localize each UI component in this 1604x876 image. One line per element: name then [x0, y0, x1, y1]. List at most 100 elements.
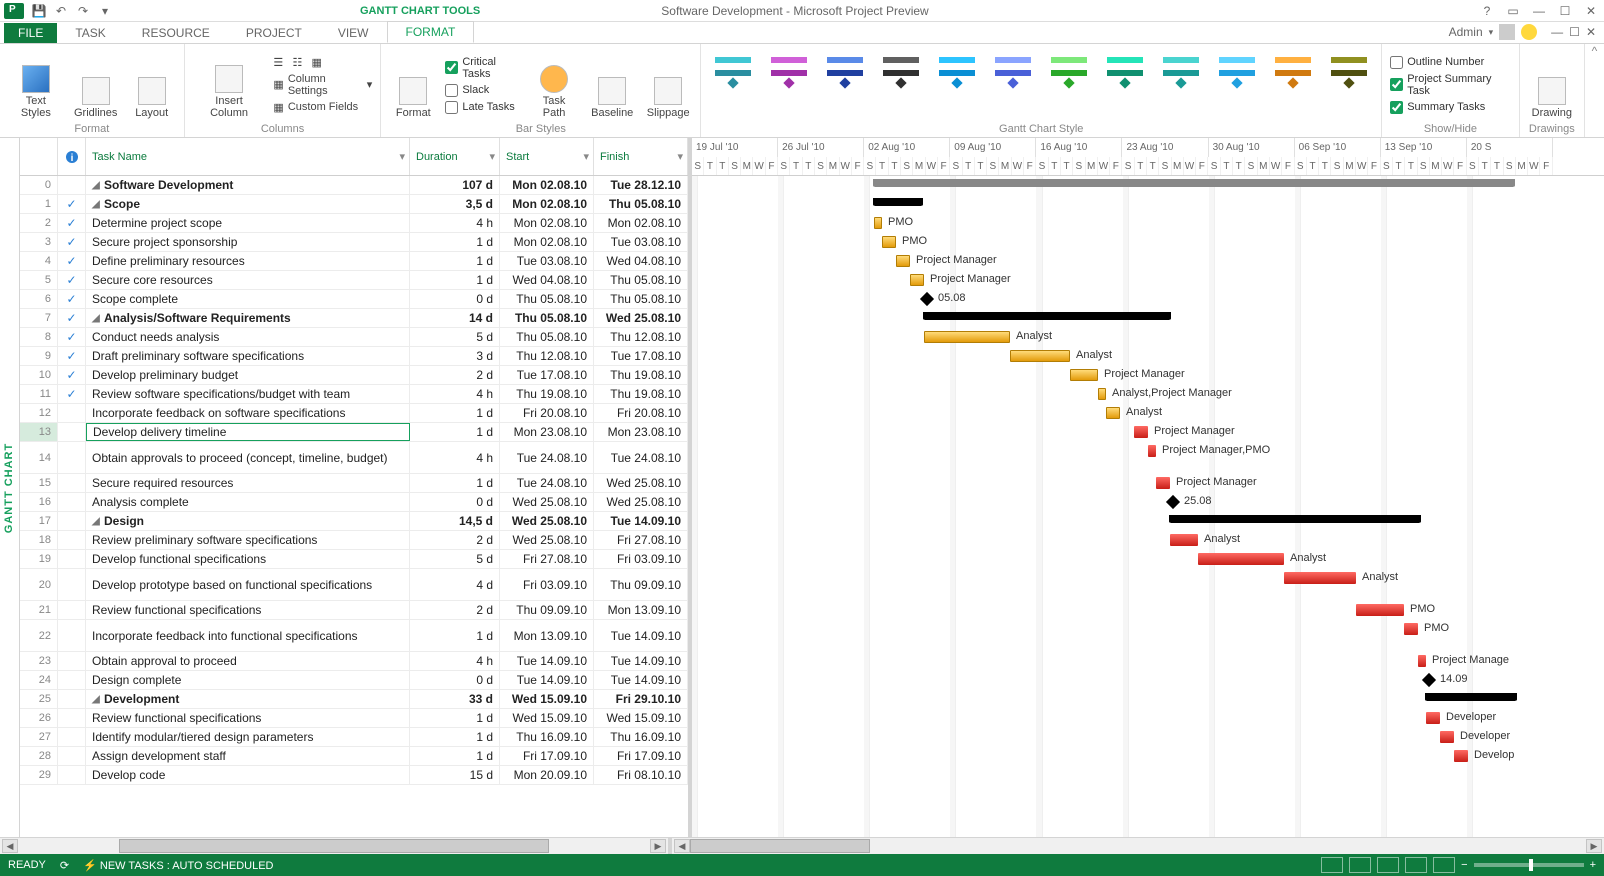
task-duration-cell[interactable]: 1 d [410, 474, 500, 492]
row-header[interactable]: 3 [20, 233, 58, 251]
task-name-cell[interactable]: ◢Analysis/Software Requirements [86, 309, 410, 327]
task-info-cell[interactable] [58, 728, 86, 746]
task-finish-cell[interactable]: Thu 19.08.10 [594, 366, 688, 384]
task-info-cell[interactable]: ✓ [58, 233, 86, 251]
task-start-cell[interactable]: Thu 12.08.10 [500, 347, 594, 365]
task-info-cell[interactable] [58, 620, 86, 651]
task-duration-cell[interactable]: 2 d [410, 601, 500, 619]
task-duration-cell[interactable]: 4 h [410, 385, 500, 403]
task-duration-cell[interactable]: 5 d [410, 328, 500, 346]
chart-scroll-left[interactable]: ◀ [674, 839, 690, 853]
task-row[interactable]: 3 ✓ Secure project sponsorship 1 d Mon 0… [20, 233, 688, 252]
task-duration-cell[interactable]: 3 d [410, 347, 500, 365]
task-finish-cell[interactable]: Thu 12.08.10 [594, 328, 688, 346]
task-row[interactable]: 9 ✓ Draft preliminary software specifica… [20, 347, 688, 366]
style-swatch-0[interactable] [709, 52, 757, 92]
text-styles-button[interactable]: Text Styles [8, 48, 64, 121]
row-header[interactable]: 6 [20, 290, 58, 308]
task-duration-cell[interactable]: 1 d [410, 747, 500, 765]
task-duration-cell[interactable]: 1 d [410, 404, 500, 422]
task-row[interactable]: 15 Secure required resources 1 d Tue 24.… [20, 474, 688, 493]
task-duration-cell[interactable]: 4 h [410, 442, 500, 473]
close-button[interactable]: ✕ [1578, 4, 1604, 18]
task-finish-cell[interactable]: Tue 14.09.10 [594, 652, 688, 670]
task-finish-cell[interactable]: Tue 14.09.10 [594, 512, 688, 530]
task-finish-cell[interactable]: Tue 14.09.10 [594, 620, 688, 651]
task-name-cell[interactable]: ◢Software Development [86, 176, 410, 194]
task-info-cell[interactable]: ✓ [58, 385, 86, 403]
style-swatch-6[interactable] [1045, 52, 1093, 92]
late-tasks-checkbox[interactable]: Late Tasks [445, 100, 520, 115]
task-name-cell[interactable]: Assign development staff [86, 747, 410, 765]
task-info-cell[interactable] [58, 512, 86, 530]
gantt-bar[interactable] [1426, 712, 1440, 724]
ribbon-options[interactable]: ▭ [1500, 4, 1526, 18]
task-info-cell[interactable] [58, 176, 86, 194]
row-header[interactable]: 21 [20, 601, 58, 619]
grid-scroll-right[interactable]: ▶ [650, 839, 666, 853]
task-name-cell[interactable]: Identify modular/tiered design parameter… [86, 728, 410, 746]
task-duration-cell[interactable]: 4 h [410, 214, 500, 232]
feedback-smile-icon[interactable] [1521, 24, 1537, 40]
milestone-marker[interactable] [920, 292, 934, 306]
style-swatch-9[interactable] [1213, 52, 1261, 92]
status-sync-icon[interactable]: ⟳ [60, 859, 69, 872]
row-header[interactable]: 1 [20, 195, 58, 213]
task-name-cell[interactable]: Secure project sponsorship [86, 233, 410, 251]
view-shortcut-5[interactable] [1433, 857, 1455, 873]
task-finish-cell[interactable]: Fri 20.08.10 [594, 404, 688, 422]
gantt-bar[interactable] [924, 312, 1170, 320]
grid-scroll-left[interactable]: ◀ [2, 839, 18, 853]
mdi-restore[interactable]: ☐ [1569, 25, 1580, 39]
task-finish-cell[interactable]: Tue 24.08.10 [594, 442, 688, 473]
task-info-cell[interactable] [58, 652, 86, 670]
style-swatch-7[interactable] [1101, 52, 1149, 92]
style-swatch-8[interactable] [1157, 52, 1205, 92]
task-duration-cell[interactable]: 0 d [410, 671, 500, 689]
task-start-cell[interactable]: Wed 04.08.10 [500, 271, 594, 289]
task-start-cell[interactable]: Tue 03.08.10 [500, 252, 594, 270]
critical-tasks-checkbox[interactable]: Critical Tasks [445, 55, 520, 81]
task-row[interactable]: 11 ✓ Review software specifications/budg… [20, 385, 688, 404]
gantt-bar[interactable] [874, 198, 922, 206]
task-info-cell[interactable] [58, 493, 86, 511]
mdi-close[interactable]: ✕ [1586, 25, 1596, 39]
task-row[interactable]: 8 ✓ Conduct needs analysis 5 d Thu 05.08… [20, 328, 688, 347]
task-name-cell[interactable]: ◢Design [86, 512, 410, 530]
task-name-cell[interactable]: Develop code [86, 766, 410, 784]
qat-save[interactable]: 💾 [28, 1, 50, 21]
task-name-cell[interactable]: Scope complete [86, 290, 410, 308]
task-name-cell[interactable]: Develop functional specifications [86, 550, 410, 568]
row-header[interactable]: 27 [20, 728, 58, 746]
row-header[interactable]: 29 [20, 766, 58, 784]
task-start-cell[interactable]: Wed 25.08.10 [500, 531, 594, 549]
task-finish-cell[interactable]: Fri 08.10.10 [594, 766, 688, 784]
task-duration-cell[interactable]: 1 d [410, 423, 500, 441]
task-name-cell[interactable]: Review software specifications/budget wi… [86, 385, 410, 403]
gantt-bar[interactable] [1070, 369, 1098, 381]
task-finish-cell[interactable]: Wed 25.08.10 [594, 309, 688, 327]
task-row[interactable]: 22 Incorporate feedback into functional … [20, 620, 688, 652]
task-finish-cell[interactable]: Mon 02.08.10 [594, 214, 688, 232]
task-start-cell[interactable]: Mon 13.09.10 [500, 620, 594, 651]
task-start-cell[interactable]: Fri 17.09.10 [500, 747, 594, 765]
task-name-cell[interactable]: Conduct needs analysis [86, 328, 410, 346]
task-row[interactable]: 13 Develop delivery timeline 1 d Mon 23.… [20, 423, 688, 442]
task-info-cell[interactable] [58, 671, 86, 689]
task-info-cell[interactable] [58, 747, 86, 765]
style-swatch-3[interactable] [877, 52, 925, 92]
task-start-cell[interactable]: Tue 14.09.10 [500, 671, 594, 689]
custom-fields-button[interactable]: ▦ Custom Fields [273, 100, 372, 115]
gantt-chart[interactable]: 19 Jul '1026 Jul '1002 Aug '1009 Aug '10… [692, 138, 1604, 837]
task-finish-cell[interactable]: Fri 29.10.10 [594, 690, 688, 708]
gantt-bar[interactable] [924, 331, 1010, 343]
outline-number-checkbox[interactable]: Outline Number [1390, 55, 1510, 70]
maximize-button[interactable]: ☐ [1552, 4, 1578, 18]
task-start-cell[interactable]: Mon 23.08.10 [500, 423, 594, 441]
task-info-cell[interactable]: ✓ [58, 195, 86, 213]
row-header[interactable]: 9 [20, 347, 58, 365]
task-finish-cell[interactable]: Mon 13.09.10 [594, 601, 688, 619]
row-header[interactable]: 18 [20, 531, 58, 549]
row-header[interactable]: 23 [20, 652, 58, 670]
task-start-cell[interactable]: Thu 19.08.10 [500, 385, 594, 403]
